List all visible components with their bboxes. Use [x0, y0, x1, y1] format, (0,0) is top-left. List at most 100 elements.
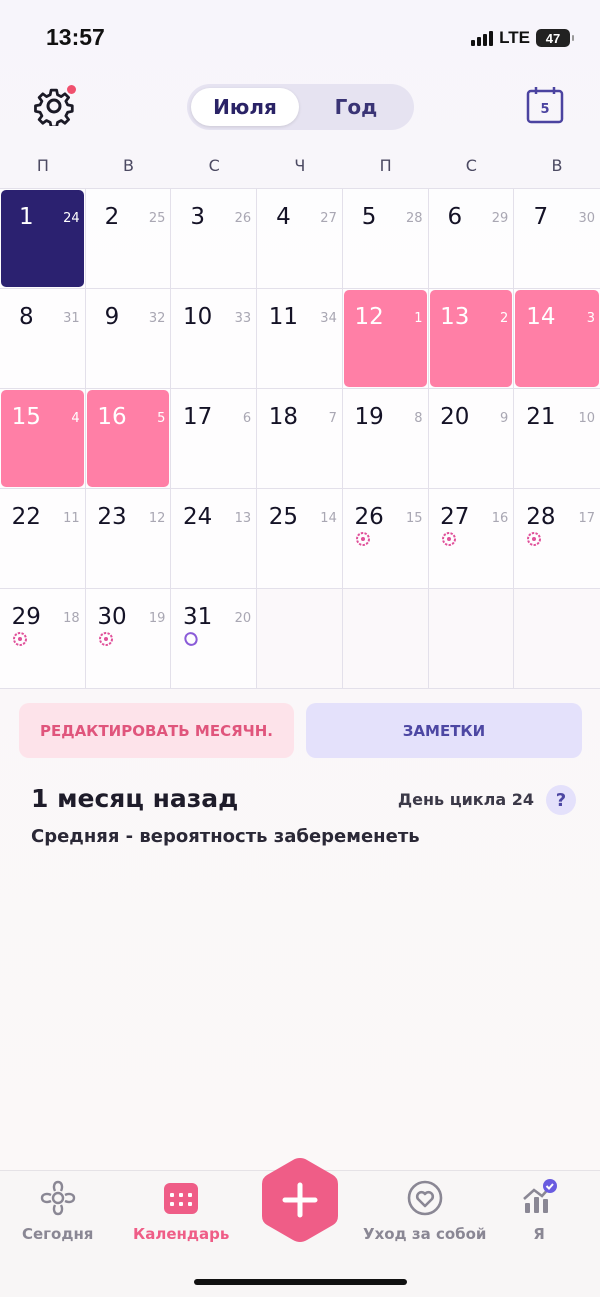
day-number: 11 — [268, 304, 299, 330]
network-type: LTE — [499, 28, 530, 47]
calendar-day-cell[interactable]: 2 25 — [85, 189, 172, 289]
home-indicator — [194, 1279, 407, 1285]
calendar-day-cell[interactable]: 23 12 — [85, 489, 172, 589]
day-number: 25 — [268, 504, 299, 530]
calendar-day-cell[interactable]: 19 8 — [342, 389, 429, 489]
calendar-day-cell[interactable]: 21 10 — [514, 389, 600, 489]
calendar-day-cell[interactable]: 20 9 — [428, 389, 515, 489]
cycle-day-number: 4 — [71, 411, 80, 426]
cycle-day-number: 12 — [148, 511, 166, 526]
cycle-day-number: 19 — [148, 611, 166, 626]
calendar-empty-cell — [428, 589, 515, 689]
calendar-day-cell[interactable]: 24 13 — [171, 489, 258, 589]
calendar-day-cell[interactable]: 4 27 — [257, 189, 343, 289]
signal-icon — [471, 30, 494, 46]
day-number: 27 — [440, 504, 470, 530]
weekday-header: П В С Ч П С В — [0, 156, 600, 175]
tab-label: Сегодня — [22, 1225, 94, 1243]
cycle-day-number: 29 — [491, 211, 509, 226]
day-number: 5 — [361, 204, 377, 230]
calendar-day-cell[interactable]: 25 14 — [257, 489, 343, 589]
fertile-flower-icon — [441, 532, 456, 546]
cycle-day-number: 11 — [63, 511, 80, 526]
calendar-day-cell[interactable]: 14 3 — [514, 289, 600, 389]
day-number: 8 — [18, 304, 34, 330]
weekday-label: С — [465, 156, 477, 175]
calendar-day-cell[interactable]: 6 29 — [428, 189, 515, 289]
edit-period-button[interactable]: РЕДАКТИРОВАТЬ МЕСЯЧН. — [19, 703, 294, 758]
tab-calendar[interactable]: Календарь — [133, 1179, 229, 1243]
calendar-day-cell[interactable]: 8 31 — [0, 289, 86, 389]
status-right: LTE 47 — [471, 28, 574, 48]
calendar-day-cell[interactable]: 5 28 — [342, 189, 429, 289]
status-time: 13:57 — [46, 24, 105, 50]
cycle-day-number: 18 — [63, 611, 80, 626]
help-button[interactable]: ? — [546, 785, 576, 815]
cycle-day-number: 8 — [414, 411, 423, 426]
day-number: 23 — [97, 504, 127, 530]
calendar-day-cell[interactable]: 30 19 — [85, 589, 172, 689]
day-background — [430, 590, 513, 687]
cycle-day-number: 7 — [328, 411, 337, 426]
weekday-label: С — [208, 156, 220, 175]
calendar-day-cell[interactable]: 3 26 — [171, 189, 258, 289]
cycle-day-number: 1 — [414, 311, 423, 326]
calendar-day-cell[interactable]: 17 6 — [171, 389, 258, 489]
settings-button[interactable] — [34, 85, 76, 129]
day-number: 26 — [354, 504, 384, 530]
fertile-flower-icon — [355, 532, 370, 546]
calendar-day-cell[interactable]: 27 16 — [428, 489, 515, 589]
cycle-day-number: 26 — [234, 211, 252, 226]
day-number: 30 — [97, 604, 127, 630]
calendar-grid: 1 24 2 25 3 26 4 27 5 28 6 29 7 30 8 31 9 32 10 33 11 34 12 1 13… — [0, 188, 600, 689]
calendar-day-cell[interactable]: 31 20 — [171, 589, 258, 689]
tab-label: Уход за собой — [363, 1225, 487, 1243]
calendar-day-cell[interactable]: 16 5 — [85, 389, 172, 489]
day-number: 22 — [11, 504, 41, 530]
calendar-day-cell[interactable]: 13 2 — [428, 289, 515, 389]
calendar-day-cell[interactable]: 1 24 — [0, 189, 86, 289]
calendar-day-cell[interactable]: 22 11 — [0, 489, 86, 589]
cycle-day-number: 3 — [586, 311, 595, 326]
day-number: 7 — [533, 204, 549, 230]
tab-self-care[interactable]: Уход за собой — [363, 1179, 486, 1243]
go-to-today-button[interactable]: 5 — [526, 86, 564, 124]
plus-icon — [262, 1158, 338, 1242]
calendar-day-cell[interactable]: 12 1 — [342, 289, 429, 389]
calendar-today-number: 5 — [540, 102, 549, 117]
tab-label: Я — [533, 1225, 545, 1243]
notes-button[interactable]: ЗАМЕТКИ — [306, 703, 582, 758]
day-number: 13 — [440, 304, 470, 330]
battery-icon: 47 — [536, 29, 574, 47]
status-bar: 13:57 LTE 47 — [0, 0, 600, 70]
calendar-empty-cell — [257, 589, 343, 689]
tab-today[interactable]: Сегодня — [22, 1179, 93, 1243]
cycle-day-number: 28 — [406, 211, 423, 226]
day-number: 28 — [526, 504, 556, 530]
cycle-day-number: 33 — [234, 311, 252, 326]
day-number: 2 — [104, 204, 120, 230]
calendar-day-cell[interactable]: 11 34 — [257, 289, 343, 389]
calendar-empty-cell — [342, 589, 429, 689]
calendar-day-cell[interactable]: 28 17 — [514, 489, 600, 589]
cycle-day-number: 14 — [320, 511, 337, 526]
cycle-day-number: 27 — [320, 211, 337, 226]
calendar-day-cell[interactable]: 15 4 — [0, 389, 86, 489]
cycle-day-number: 13 — [234, 511, 252, 526]
calendar-day-cell[interactable]: 29 18 — [0, 589, 86, 689]
calendar-day-cell[interactable]: 26 15 — [342, 489, 429, 589]
calendar-day-cell[interactable]: 10 33 — [171, 289, 258, 389]
add-button[interactable] — [259, 1155, 341, 1245]
weekday-label: В — [551, 156, 563, 175]
view-switcher: Июля Год — [187, 84, 414, 130]
segment-month[interactable]: Июля — [191, 88, 299, 126]
calendar-day-cell[interactable]: 7 30 — [514, 189, 600, 289]
tab-me[interactable]: Я — [520, 1179, 558, 1243]
segment-year[interactable]: Год — [301, 88, 411, 126]
cycle-day-number: 30 — [578, 211, 595, 226]
cycle-day-number: 16 — [491, 511, 509, 526]
cycle-day-number: 15 — [406, 511, 423, 526]
calendar-day-cell[interactable]: 18 7 — [257, 389, 343, 489]
cycle-day-number: 17 — [578, 511, 595, 526]
calendar-day-cell[interactable]: 9 32 — [85, 289, 172, 389]
